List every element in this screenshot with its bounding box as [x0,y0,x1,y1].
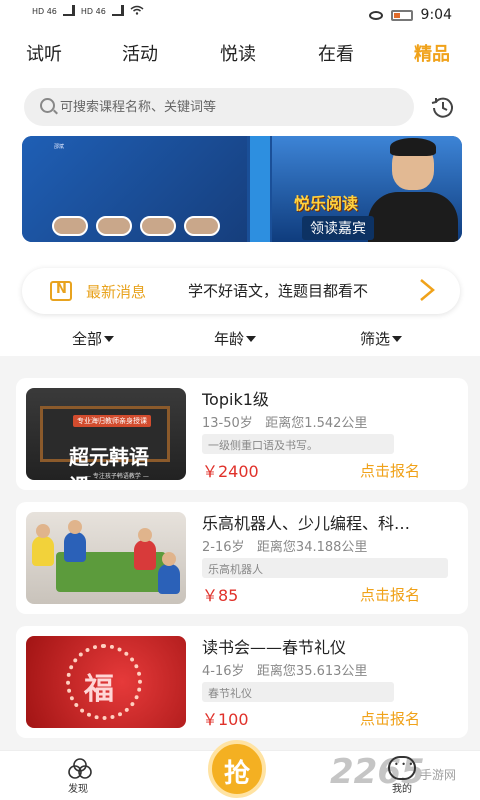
mine-icon[interactable] [388,756,416,780]
banner-thumbnails [52,216,220,236]
course-price: ￥85 [202,586,239,605]
search-icon [40,98,55,113]
grab-label: 抢 [224,759,251,789]
course-meta: 13-50岁 距离您1.542公里 [202,412,367,431]
child-figure [32,536,54,566]
course-title: 读书会——春节礼仪 [202,638,347,657]
thumbnail [184,216,220,236]
news-icon [50,281,72,301]
tab-yuedu[interactable]: 悦读 [220,40,256,66]
signal-icon [62,4,75,16]
wifi-icon [130,5,144,17]
sim1-label: HD 46 [32,6,57,16]
signup-button[interactable]: 点击报名 [360,460,420,481]
course-meta: 4-16岁 距离您35.613公里 [202,660,367,679]
eye-comfort-icon [368,10,383,20]
news-label: 最新消息 [86,283,147,301]
course-price: ￥2400 [202,462,259,481]
course-tag: 乐高机器人 [202,558,448,578]
signup-button[interactable]: 点击报名 [360,708,420,729]
filter-screen[interactable]: 筛选 [360,328,403,349]
course-distance: 距离您1.542公里 [265,416,368,431]
clock: 9:04 [420,7,452,23]
watermark-text: 手游网 [420,768,457,782]
battery-icon [390,9,413,21]
course-card[interactable]: 专业海归教师亲身授课 超元韩语课 — 专注孩子韩语教学 — Topik1级 13… [16,378,468,490]
course-distance: 距离您35.613公里 [256,664,368,679]
course-card[interactable]: 乐高机器人、少儿编程、科… 2-16岁 距离您34.188公里 乐高机器人 ￥8… [16,502,468,614]
course-price: ￥100 [202,710,249,729]
course-tag: 一级侧重口语及书写。 [202,434,394,454]
thumbnail [96,216,132,236]
child-figure [134,540,156,570]
chalkboard: 专业海归教师亲身授课 超元韩语课 — 专注孩子韩语教学 — [40,406,170,480]
nav-discover-label[interactable]: 发现 [68,780,88,795]
course-age: 4-16岁 [202,664,245,679]
signal-icon [111,4,124,16]
banner-left-panel: 邵斌 [22,136,247,242]
course-image [26,512,186,604]
image-banner-text: 专业海归教师亲身授课 [73,415,151,427]
banner-right-panel: 悦乐阅读 领读嘉宾 [272,136,462,242]
course-age: 2-16岁 [202,540,245,555]
course-title: Topik1级 [202,390,269,409]
course-tag: 春节礼仪 [202,682,394,702]
status-right: 9:04 [368,7,452,23]
signup-button[interactable]: 点击报名 [360,584,420,605]
tab-jingpin[interactable]: 精品 [414,40,450,66]
filter-label: 年龄 [214,330,245,348]
tab-zaikan[interactable]: 在看 [318,40,354,66]
course-card[interactable]: 福 读书会——春节礼仪 4-16岁 距离您35.613公里 春节礼仪 ￥100 … [16,626,468,738]
course-meta: 2-16岁 距离您34.188公里 [202,536,367,555]
child-head [138,528,152,542]
banner-tag: 领读嘉宾 [302,216,374,240]
child-figure [158,564,180,594]
tab-shiting[interactable]: 试听 [26,40,62,66]
banner-logo: 悦乐阅读 [294,194,359,213]
banner-left-text: 邵斌 [54,144,65,150]
child-head [68,520,82,534]
thumbnail [140,216,176,236]
tab-huodong[interactable]: 活动 [122,40,158,66]
guest-photo [368,192,458,242]
news-ticker[interactable]: 最新消息 学不好语文，连题目都看不 [22,268,460,314]
caret-down-icon [246,335,257,342]
filter-age[interactable]: 年龄 [214,328,257,349]
nav-mine-label[interactable]: 我的 [392,780,412,795]
promo-banner[interactable]: 邵斌 悦乐阅读 领读嘉宾 [22,136,462,242]
chevron-right-icon[interactable] [416,277,438,303]
image-subtext: — 专注孩子韩语教学 — [85,473,149,480]
guest-hair [390,138,436,156]
filter-label: 全部 [72,330,103,348]
thumbnail [52,216,88,236]
grab-button[interactable]: 抢 [208,740,266,798]
sim2-label: HD 46 [80,6,106,16]
child-figure [64,532,86,562]
search-bar[interactable] [24,88,414,126]
course-age: 13-50岁 [202,416,253,431]
fu-glyph: 福 [84,672,114,707]
course-distance: 距离您34.188公里 [256,540,368,555]
filter-all[interactable]: 全部 [72,328,115,349]
caret-down-icon [104,335,115,342]
course-title: 乐高机器人、少儿编程、科… [202,514,411,533]
search-input[interactable] [60,88,400,126]
signal-indicators: HD 46 HD 46 [32,4,144,17]
child-head [36,524,50,538]
course-image: 福 [26,636,186,728]
caret-down-icon [392,335,403,342]
banner-divider [250,136,270,242]
status-bar: HD 46 HD 46 9:04 [0,0,480,30]
top-tabs: 试听 活动 悦读 在看 精品 [0,40,480,70]
history-clock-icon[interactable] [430,94,456,120]
filter-label: 筛选 [360,330,391,348]
news-text[interactable]: 学不好语文，连题目都看不 [188,280,418,301]
child-head [162,552,176,566]
course-image: 专业海归教师亲身授课 超元韩语课 — 专注孩子韩语教学 — [26,388,186,480]
filter-bar: 全部 年龄 筛选 [0,328,480,354]
